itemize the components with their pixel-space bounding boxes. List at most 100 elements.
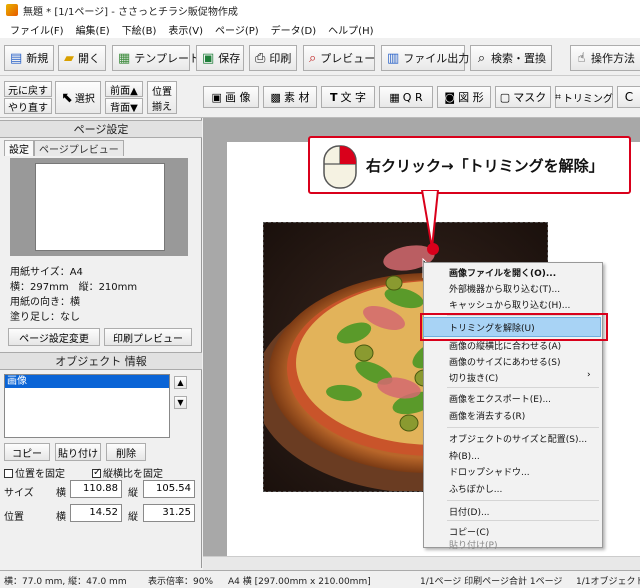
open-button-label: 開く [78,52,100,65]
file-output-button[interactable]: ▥ ファイル出力 [381,45,469,71]
menu-item-cutout[interactable]: 切り抜き(C) [449,371,498,384]
menu-help[interactable]: ヘルプ(H) [322,22,379,37]
position-y-field[interactable]: 31.25 [143,504,195,522]
undo-button[interactable]: 元に戻す [4,81,52,97]
text-tool-button[interactable]: T文 字 [321,86,375,108]
trimming-tool-button[interactable]: ⌗ トリミング [555,86,613,108]
preview-button[interactable]: ⌕ プレビュー [303,45,375,71]
menu-view[interactable]: 表示(V) [162,22,209,37]
list-item[interactable]: 画像 [5,375,169,388]
move-up-button[interactable]: ▲ [174,376,187,389]
menu-item-date[interactable]: 日付(D)... [449,505,490,518]
more-tool-button[interactable]: C [617,86,640,108]
delete-button[interactable]: 削除 [106,443,146,461]
status-bar: 横：77.0 mm, 縦：47.0 mm 表示倍率：90% A4 横 [297.… [0,570,640,588]
menu-data[interactable]: データ(D) [265,22,323,37]
lock-ratio-label: 縦横比を固定 [103,469,163,480]
menu-item-object-size[interactable]: オブジェクトのサイズと配置(S)... [449,432,587,445]
app-icon [6,4,18,16]
size-height-field[interactable]: 105.54 [143,480,195,498]
lock-position-checkbox[interactable]: 位置を固定 [4,465,65,480]
select-button[interactable]: ⬉ 選択 [55,81,101,114]
template-button-label: テンプレート [134,52,200,65]
menu-bar: ファイル(F) 編集(E) 下絵(B) 表示(V) ページ(P) データ(D) … [0,20,640,38]
page-preview-frame [10,158,188,256]
mouse-right-click-icon [323,145,357,189]
more-tool-label: C [624,90,634,104]
object-toolbar: 元に戻す やり直す ⬉ 選択 前面▲ 背面▼ 位置 揃え ▣ 画 像 ▩ 素 材 T… [0,78,640,118]
menu-item-clear-image[interactable]: 画像を消去する(R) [449,409,525,422]
open-button[interactable]: ▰ 開く [58,45,106,71]
menu-page[interactable]: ページ(P) [209,22,265,37]
align-button[interactable]: 位置 揃え [147,81,177,114]
menu-background[interactable]: 下絵(B) [116,22,163,37]
horizontal-scrollbar[interactable] [203,556,640,570]
bring-front-button[interactable]: 前面▲ [105,81,143,97]
menu-item-import-cache[interactable]: キャッシュから取り込む(H)... [449,298,570,311]
shape-icon: ◙ [444,90,456,104]
menu-edit[interactable]: 編集(E) [70,22,116,37]
size-width-field[interactable]: 110.88 [70,480,122,498]
instruction-callout: 右クリック→「トリミングを解除」 [308,136,631,194]
context-menu-items: 画像ファイルを開く(O)... 外部機器から取り込む(T)... キャッシュから… [423,262,603,551]
print-button-label: 印刷 [269,52,292,65]
move-down-button[interactable]: ▼ [174,396,187,409]
page-preview-thumbnail [35,163,165,251]
image-tool-button[interactable]: ▣ 画 像 [203,86,259,108]
menu-item-copy[interactable]: コピー(C) [449,525,489,538]
select-button-label: 選択 [74,94,95,105]
printer-icon: ⎙ [255,50,266,66]
shape-tool-button[interactable]: ◙ 図 形 [437,86,491,108]
bleed-text: 塗り足し：なし [10,312,80,323]
search-icon: ⌕ [477,50,486,66]
object-list[interactable]: 画像 [4,374,170,438]
menu-item-frame[interactable]: 枠(B)... [449,449,480,462]
image-tool-label: 画 像 [224,91,251,104]
mask-tool-button[interactable]: ▢ マスク [495,86,551,108]
crop-icon: ⌗ [555,91,561,103]
material-tool-label: 素 材 [283,91,310,104]
status-size: 横：77.0 mm, 縦：47.0 mm [4,577,127,587]
paste-button[interactable]: 貼り付け [55,443,101,461]
new-button[interactable]: ▤ 新規 [4,45,54,71]
mask-tool-label: マスク [513,91,547,104]
menu-file[interactable]: ファイル(F) [4,22,70,37]
menu-separator [447,387,599,388]
save-icon: ▣ [202,50,215,66]
lock-ratio-checkbox[interactable]: ✓ 縦横比を固定 [92,465,163,480]
menu-item-drop-shadow[interactable]: ドロップシャドウ... [449,465,530,478]
highlight-frame [420,313,608,341]
material-tool-button[interactable]: ▩ 素 材 [263,86,317,108]
title-bar: 無題 * [1/1ページ] - ささっとチラシ販促物作成 [0,0,640,20]
lock-position-label: 位置を固定 [15,469,65,480]
copy-button[interactable]: コピー [4,443,50,461]
qr-tool-button[interactable]: ▦ Q R [379,86,433,108]
folder-icon: ▰ [64,50,74,66]
save-button[interactable]: ▣ 保存 [196,45,244,71]
template-icon: ▦ [118,50,131,66]
menu-item-import-device[interactable]: 外部機器から取り込む(T)... [449,282,560,295]
file-output-button-label: ファイル出力 [403,52,470,65]
position-x-field[interactable]: 14.52 [70,504,122,522]
print-button[interactable]: ⎙ 印刷 [249,45,297,71]
template-button[interactable]: ▦ テンプレート [112,45,200,71]
print-preview-button[interactable]: 印刷プレビュー [104,328,192,346]
menu-item-feather[interactable]: ふちぼかし... [449,482,502,495]
search-replace-button[interactable]: ⌕ 検索・置換 [470,45,552,71]
menu-item-open-image[interactable]: 画像ファイルを開く(O)... [449,266,556,279]
menu-item-fit-size[interactable]: 画像のサイズにあわせる(S) [449,355,560,368]
page-settings-change-button[interactable]: ページ設定変更 [8,328,100,346]
send-back-button[interactable]: 背面▼ [105,98,143,114]
redo-button[interactable]: やり直す [4,98,52,114]
howto-button-label: 操作方法 [591,52,635,65]
material-icon: ▩ [270,90,281,104]
tab-page-preview[interactable]: ページプレビュー [34,140,124,156]
menu-item-paste[interactable]: 貼り付け(P) [449,538,497,551]
size-label: サイズ [4,488,34,499]
tab-settings[interactable]: 設定 [4,140,34,156]
qr-tool-label: Q R [402,90,423,104]
menu-item-export-image[interactable]: 画像をエクスポート(E)... [449,392,551,405]
status-zoom: 表示倍率：90% [148,577,214,587]
howto-button[interactable]: ☝ 操作方法 [570,45,640,71]
cursor-icon: ⬉ [61,89,73,106]
